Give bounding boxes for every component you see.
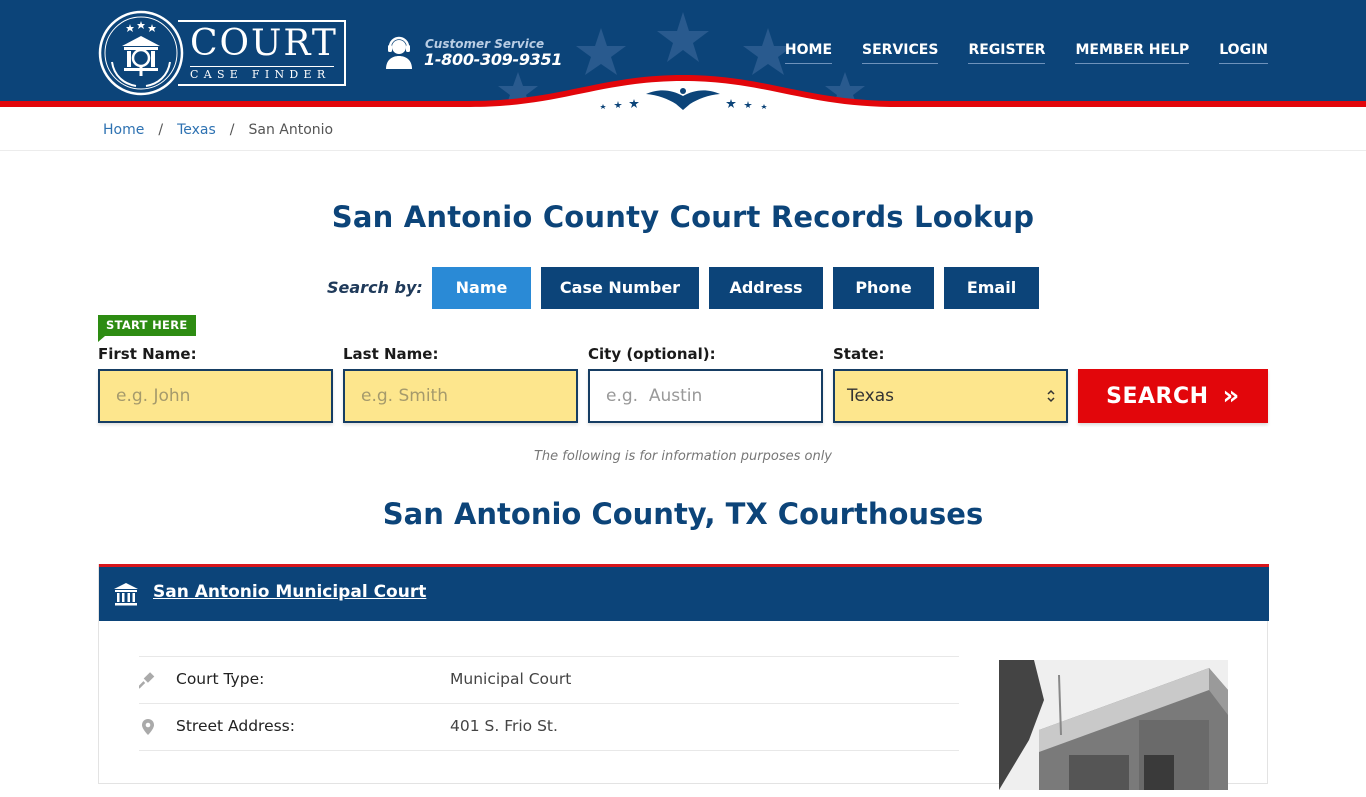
city-group: City (optional): [588, 344, 823, 423]
site-header: COURT CASE FINDER Customer Service 1-800… [0, 0, 1366, 112]
nav-member-help[interactable]: MEMBER HELP [1075, 42, 1190, 64]
last-name-group: Last Name: [343, 344, 578, 423]
gavel-icon [139, 672, 155, 689]
city-input[interactable] [606, 386, 821, 406]
detail-label: Court Type: [176, 670, 265, 688]
last-name-label: Last Name: [343, 345, 439, 363]
courthouse-details: Court Type: Municipal Court Street Addre… [139, 656, 959, 797]
nav-register[interactable]: REGISTER [968, 42, 1046, 64]
info-note: The following is for information purpose… [533, 449, 833, 464]
last-name-input[interactable] [361, 386, 576, 406]
map-pin-icon [142, 719, 154, 735]
search-button-label: SEARCH [1106, 383, 1209, 409]
search-button[interactable]: SEARCH » [1078, 369, 1268, 423]
first-name-input[interactable] [116, 386, 331, 406]
state-group: State: Texas [833, 344, 1068, 423]
courthouse-icon [114, 583, 138, 606]
courthouse-header: San Antonio Municipal Court [99, 564, 1269, 621]
tab-name[interactable]: Name [432, 266, 531, 309]
courthouse-card: San Antonio Municipal Court Court Type: … [98, 564, 1269, 790]
search-by-label: Search by: [327, 278, 423, 297]
detail-label: Street Address: [176, 717, 295, 735]
courthouse-emblem-icon [98, 10, 184, 96]
breadcrumb-current: San Antonio [248, 122, 334, 138]
search-by-tabs: Search by: Name Case Number Address Phon… [327, 266, 1049, 309]
tab-address[interactable]: Address [709, 266, 823, 309]
courthouse-name-link[interactable]: San Antonio Municipal Court [153, 582, 426, 602]
first-name-label: First Name: [98, 345, 197, 363]
breadcrumb-texas[interactable]: Texas [177, 122, 216, 138]
logo-title: COURT [190, 23, 338, 64]
breadcrumb-home[interactable]: Home [103, 122, 144, 138]
star-decoration [657, 12, 709, 62]
first-name-group: First Name: [98, 344, 333, 423]
city-label: City (optional): [588, 345, 716, 363]
nav-services[interactable]: SERVICES [862, 42, 939, 64]
nav-home[interactable]: HOME [784, 42, 833, 64]
detail-value: Municipal Court [450, 670, 572, 688]
main-nav: HOME SERVICES REGISTER MEMBER HELP LOGIN [784, 42, 1268, 64]
headset-agent-icon [386, 36, 412, 69]
detail-row: Court Type: Municipal Court [139, 656, 959, 703]
tab-case-number[interactable]: Case Number [541, 266, 699, 309]
detail-value: 401 S. Frio St. [450, 717, 558, 735]
state-selected-value: Texas [847, 386, 894, 406]
state-label: State: [833, 345, 885, 363]
tab-email[interactable]: Email [944, 266, 1039, 309]
double-chevron-right-icon: » [1222, 381, 1240, 411]
breadcrumb: Home / Texas / San Antonio [0, 112, 1366, 151]
breadcrumb-separator: / [158, 122, 164, 138]
star-decoration [576, 28, 626, 75]
select-updown-icon [1047, 389, 1055, 403]
detail-row: Street Address: 401 S. Frio St. [139, 703, 959, 750]
state-select[interactable]: Texas [833, 369, 1068, 423]
site-logo[interactable]: COURT CASE FINDER [98, 10, 348, 96]
page-title: San Antonio County Court Records Lookup [331, 200, 1035, 234]
breadcrumb-separator: / [229, 122, 235, 138]
logo-subtitle: CASE FINDER [190, 68, 331, 81]
tab-phone[interactable]: Phone [833, 266, 934, 309]
courthouse-photo [999, 660, 1228, 790]
nav-login[interactable]: LOGIN [1219, 42, 1268, 64]
customer-service-label: Customer Service [425, 37, 545, 51]
customer-service-phone[interactable]: 1-800-309-9351 [424, 50, 562, 69]
start-here-badge: START HERE [98, 315, 196, 342]
courthouses-title: San Antonio County, TX Courthouses [382, 497, 984, 531]
detail-row [139, 750, 959, 797]
